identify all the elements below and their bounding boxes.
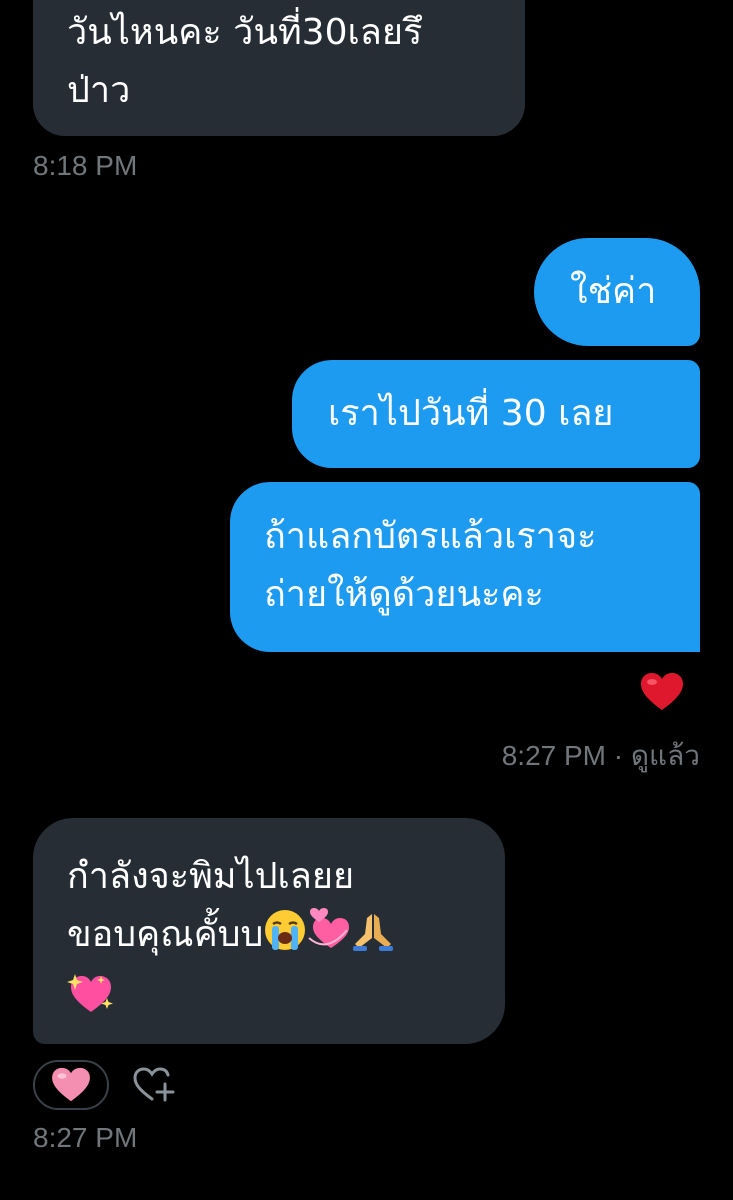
message-text: ขอบคุณคั้บบ	[67, 914, 264, 955]
outgoing-message-bubble[interactable]: ถ้าแลกบัตรแล้วเราจะ ถ่ายให้ดูด้วยนะคะ	[230, 482, 700, 652]
add-reaction-icon[interactable]	[132, 1066, 176, 1104]
message-text-line: ถ้าแลกบัตรแล้วเราจะ	[264, 516, 597, 557]
message-text: เราไปวันที่ 30 เลย	[328, 393, 614, 434]
message-timestamp-seen: 8:27 PM · ดูแล้ว	[501, 740, 700, 771]
message-timestamp: 8:18 PM	[33, 150, 138, 181]
red-heart-icon[interactable]	[640, 672, 684, 721]
folded-hands-icon	[351, 908, 395, 970]
outgoing-message-bubble[interactable]: ใช่ค่า	[534, 238, 700, 346]
pink-heart-reaction-pill[interactable]	[33, 1060, 109, 1110]
message-text-line: ป่าว	[67, 70, 131, 111]
message-text-line: ขอบคุณคั้บบ	[67, 906, 505, 970]
sparkling-heart-icon	[67, 972, 115, 1034]
message-timestamp: 8:27 PM	[33, 1122, 138, 1153]
incoming-message-bubble[interactable]: วันไหนคะ วันที่30เลยรึ ป่าว	[33, 0, 525, 136]
loudly-crying-face-icon	[263, 908, 307, 970]
message-text-line: กำลังจะพิมไปเลยย	[67, 856, 355, 897]
message-text-line: ถ่ายให้ดูด้วยนะคะ	[264, 574, 544, 615]
message-text-line: วันไหนคะ วันที่30เลยรึ	[67, 12, 423, 53]
message-text: ใช่ค่า	[570, 271, 657, 312]
red-heart-icon	[641, 673, 683, 710]
message-text-line	[67, 970, 505, 1034]
pink-heart-icon	[52, 1067, 90, 1102]
incoming-message-bubble[interactable]: กำลังจะพิมไปเลยย ขอบคุณคั้บบ	[33, 818, 505, 1044]
outgoing-message-bubble[interactable]: เราไปวันที่ 30 เลย	[292, 360, 700, 468]
revolving-hearts-icon	[307, 908, 351, 970]
